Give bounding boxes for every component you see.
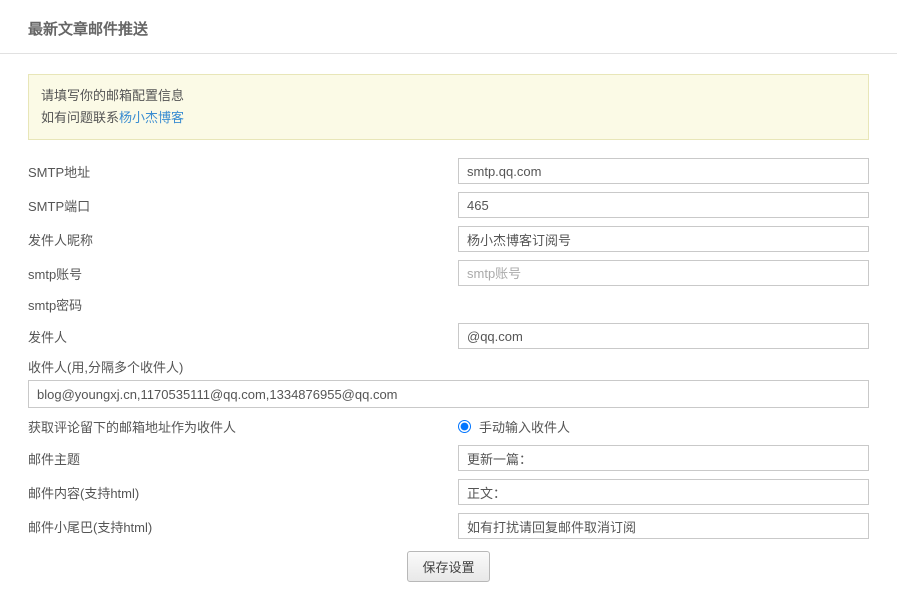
label-recip-mode: 获取评论留下的邮箱地址作为收件人 (28, 417, 458, 436)
label-smtp-port: SMTP端口 (28, 196, 458, 215)
input-sender[interactable] (458, 323, 869, 349)
notice-line-2: 如有问题联系杨小杰博客 (41, 107, 856, 129)
input-recipients[interactable] (28, 380, 869, 408)
notice-prefix: 如有问题联系 (41, 110, 119, 125)
label-footer: 邮件小尾巴(支持html) (28, 517, 458, 536)
label-recipients: 收件人(用,分隔多个收件人) (28, 357, 869, 376)
input-body[interactable] (458, 479, 869, 505)
label-smtp-user: smtp账号 (28, 264, 458, 283)
label-smtp-addr: SMTP地址 (28, 162, 458, 181)
label-body: 邮件内容(支持html) (28, 483, 458, 502)
notice-link[interactable]: 杨小杰博客 (119, 110, 184, 125)
input-footer[interactable] (458, 513, 869, 539)
label-sender-nick: 发件人昵称 (28, 230, 458, 249)
page-title: 最新文章邮件推送 (0, 0, 897, 54)
label-sender: 发件人 (28, 327, 458, 346)
input-smtp-port[interactable] (458, 192, 869, 218)
save-button[interactable]: 保存设置 (407, 551, 489, 582)
label-subject: 邮件主题 (28, 449, 458, 468)
input-smtp-addr[interactable] (458, 158, 869, 184)
radio-manual-recipients-wrap[interactable]: 手动输入收件人 (458, 417, 869, 436)
label-smtp-pass: smtp密码 (28, 295, 458, 314)
radio-manual-recipients[interactable] (458, 420, 471, 433)
form-content: 请填写你的邮箱配置信息 如有问题联系杨小杰博客 SMTP地址 SMTP端口 发件… (0, 54, 897, 592)
input-smtp-user[interactable] (458, 260, 869, 286)
input-sender-nick[interactable] (458, 226, 869, 252)
notice-line-1: 请填写你的邮箱配置信息 (41, 85, 856, 107)
radio-manual-recipients-label: 手动输入收件人 (479, 417, 570, 436)
settings-panel: 最新文章邮件推送 请填写你的邮箱配置信息 如有问题联系杨小杰博客 SMTP地址 … (0, 0, 897, 612)
notice-box: 请填写你的邮箱配置信息 如有问题联系杨小杰博客 (28, 74, 869, 140)
input-subject[interactable] (458, 445, 869, 471)
